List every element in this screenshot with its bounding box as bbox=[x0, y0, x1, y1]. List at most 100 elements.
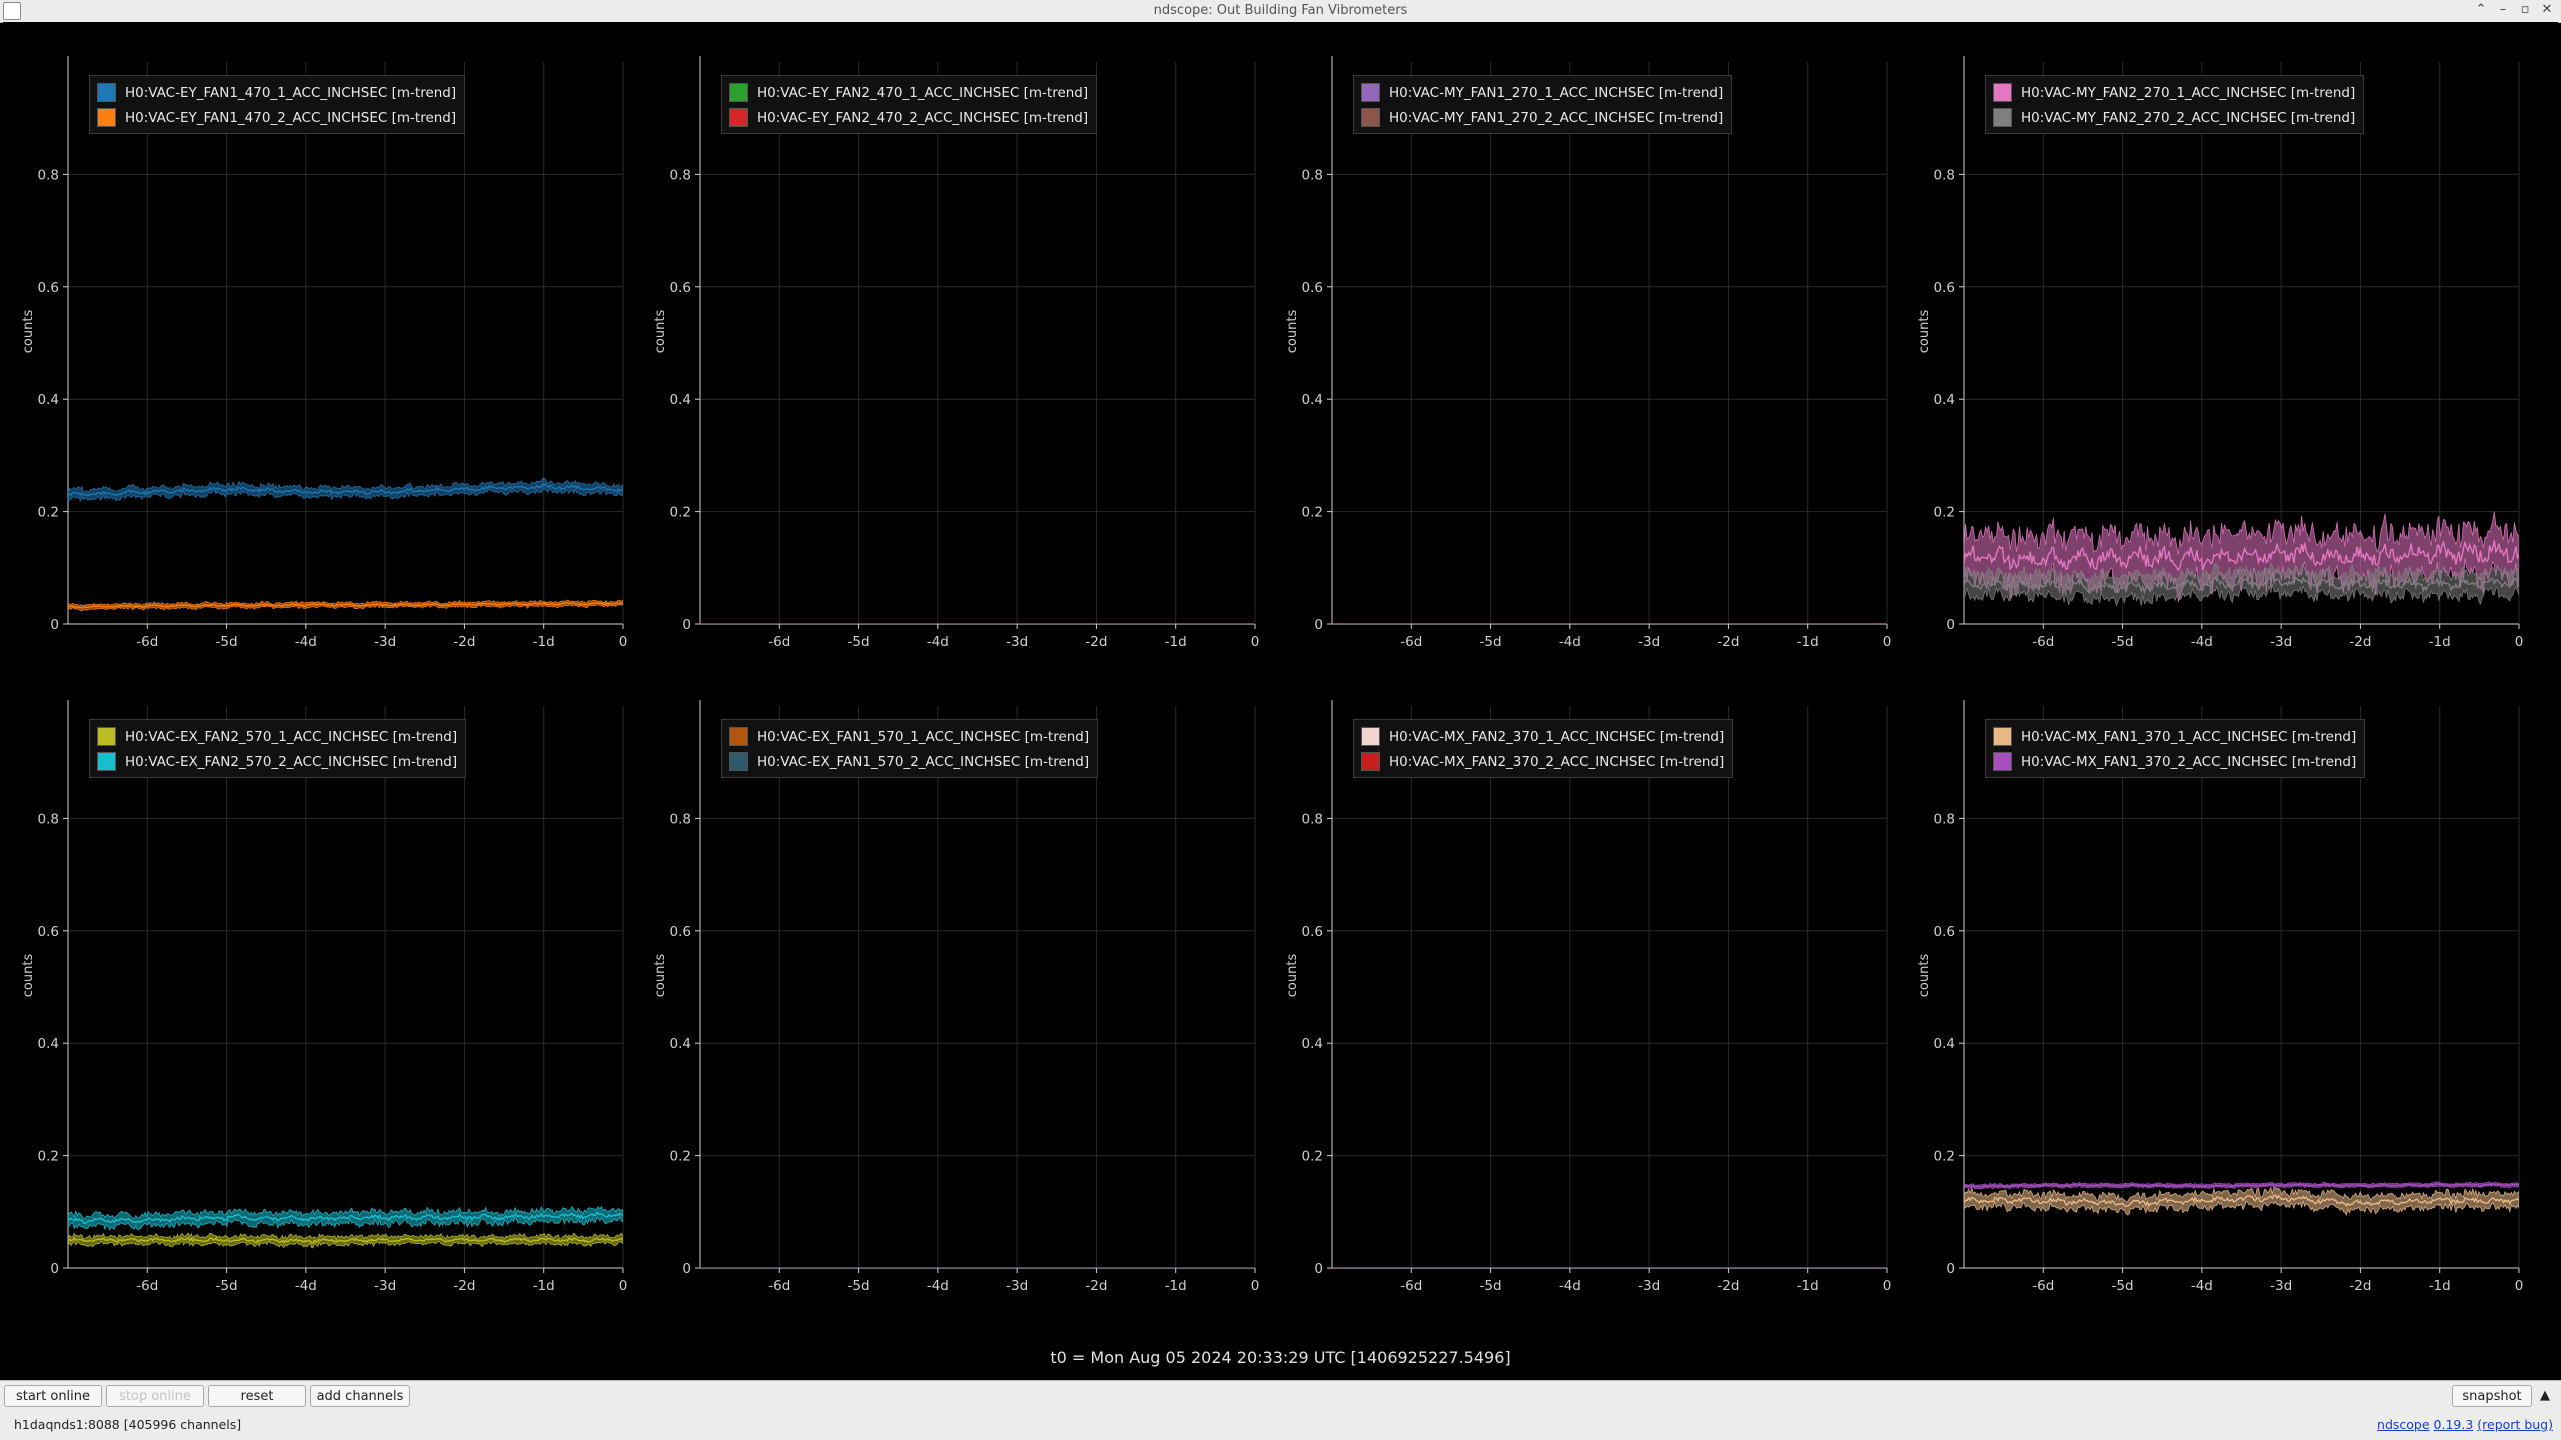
chart-svg[interactable]: 0 0.2 0.4 0.6 0.8 -6d -5d -4d -3d -2d -1d 0 bbox=[1909, 686, 2529, 1322]
x-tick-label: -6d bbox=[1400, 634, 1422, 650]
plot-panel[interactable]: 0 0.2 0.4 0.6 0.8 -6d -5d -4d -3d -2d -1d 0 counts H0… bbox=[1909, 686, 2529, 1322]
y-tick-label: 0.4 bbox=[670, 1036, 691, 1052]
x-tick-label: -6d bbox=[136, 634, 158, 650]
grid bbox=[1332, 62, 1888, 625]
plot-panel[interactable]: 0 0.2 0.4 0.6 0.8 -6d -5d -4d -3d -2d -1d 0 counts H0… bbox=[1277, 42, 1897, 678]
plot-panel[interactable]: 0 0.2 0.4 0.6 0.8 -6d -5d -4d -3d -2d -1d 0 counts H0… bbox=[13, 42, 633, 678]
legend-entry[interactable]: H0:VAC-EX_FAN1_570_2_ACC_INCHSEC [m-tren… bbox=[729, 749, 1089, 774]
legend-entry[interactable]: H0:VAC-MY_FAN1_270_1_ACC_INCHSEC [m-tren… bbox=[1361, 80, 1723, 105]
legend-entry[interactable]: H0:VAC-EX_FAN2_570_2_ACC_INCHSEC [m-tren… bbox=[97, 749, 457, 774]
y-tick-label: 0.6 bbox=[1302, 924, 1323, 940]
server-address: h1daqnds1:8088 bbox=[14, 1417, 120, 1432]
chart-svg[interactable]: 0 0.2 0.4 0.6 0.8 -6d -5d -4d -3d -2d -1d 0 bbox=[1277, 686, 1897, 1322]
legend-swatch bbox=[729, 108, 748, 127]
x-tick-label: -5d bbox=[216, 634, 238, 650]
legend[interactable]: H0:VAC-MY_FAN1_270_1_ACC_INCHSEC [m-tren… bbox=[1353, 75, 1733, 134]
ndscope-link[interactable]: ndscope bbox=[2377, 1417, 2430, 1432]
x-tick-label: -6d bbox=[768, 634, 790, 650]
y-tick-label: 0.2 bbox=[1302, 505, 1323, 521]
legend[interactable]: H0:VAC-EY_FAN2_470_1_ACC_INCHSEC [m-tren… bbox=[721, 75, 1098, 134]
x-tick-label: -2d bbox=[1717, 1278, 1739, 1294]
y-tick-label: 0 bbox=[1946, 1261, 1955, 1277]
x-tick-label: -5d bbox=[1480, 1278, 1502, 1294]
legend-entry[interactable]: H0:VAC-MY_FAN2_270_1_ACC_INCHSEC [m-tren… bbox=[1993, 80, 2355, 105]
chart-svg[interactable]: 0 0.2 0.4 0.6 0.8 -6d -5d -4d -3d -2d -1d 0 bbox=[13, 42, 633, 678]
version-link[interactable]: 0.19.3 bbox=[2434, 1417, 2474, 1432]
x-tick-label: -1d bbox=[2429, 1278, 2451, 1294]
chart-svg[interactable]: 0 0.2 0.4 0.6 0.8 -6d -5d -4d -3d -2d -1d 0 bbox=[1277, 42, 1897, 678]
window-close-icon[interactable]: ✕ bbox=[2538, 2, 2556, 17]
legend-entry[interactable]: H0:VAC-EY_FAN1_470_2_ACC_INCHSEC [m-tren… bbox=[97, 105, 456, 130]
x-tick-label: -6d bbox=[768, 1278, 790, 1294]
legend-entry[interactable]: H0:VAC-MY_FAN1_270_2_ACC_INCHSEC [m-tren… bbox=[1361, 105, 1723, 130]
legend[interactable]: H0:VAC-EY_FAN1_470_1_ACC_INCHSEC [m-tren… bbox=[89, 75, 466, 134]
legend[interactable]: H0:VAC-MX_FAN1_370_1_ACC_INCHSEC [m-tren… bbox=[1985, 719, 2366, 778]
plot-panel[interactable]: 0 0.2 0.4 0.6 0.8 -6d -5d -4d -3d -2d -1d 0 counts H0… bbox=[13, 686, 633, 1322]
legend-entry[interactable]: H0:VAC-EX_FAN1_570_1_ACC_INCHSEC [m-tren… bbox=[729, 724, 1089, 749]
legend-entry[interactable]: H0:VAC-MX_FAN2_370_1_ACC_INCHSEC [m-tren… bbox=[1361, 724, 1724, 749]
report-bug-link[interactable]: (report bug) bbox=[2477, 1417, 2553, 1432]
x-tick-label: 0 bbox=[619, 1278, 628, 1294]
chart-svg[interactable]: 0 0.2 0.4 0.6 0.8 -6d -5d -4d -3d -2d -1d 0 bbox=[13, 686, 633, 1322]
y-tick-label: 0.6 bbox=[1934, 924, 1955, 940]
grid bbox=[68, 62, 624, 625]
snapshot-menu-arrow-icon[interactable]: ▲ bbox=[2534, 1385, 2556, 1407]
y-axis-label: counts bbox=[653, 953, 669, 998]
legend[interactable]: H0:VAC-EX_FAN2_570_1_ACC_INCHSEC [m-tren… bbox=[89, 719, 467, 778]
legend-entry[interactable]: H0:VAC-EY_FAN1_470_1_ACC_INCHSEC [m-tren… bbox=[97, 80, 456, 105]
x-tick-label: -3d bbox=[1638, 634, 1660, 650]
legend-entry[interactable]: H0:VAC-MX_FAN1_370_2_ACC_INCHSEC [m-tren… bbox=[1993, 749, 2356, 774]
legend[interactable]: H0:VAC-MY_FAN2_270_1_ACC_INCHSEC [m-tren… bbox=[1985, 75, 2365, 134]
x-tick-label: -4d bbox=[927, 634, 949, 650]
y-tick-label: 0.4 bbox=[1934, 1036, 1955, 1052]
x-tick-label: -5d bbox=[848, 634, 870, 650]
y-tick-label: 0.8 bbox=[1302, 167, 1323, 183]
legend-swatch bbox=[97, 108, 116, 127]
x-tick-label: -2d bbox=[1085, 1278, 1107, 1294]
legend-swatch bbox=[729, 727, 748, 746]
x-tick-label: -6d bbox=[1400, 1278, 1422, 1294]
y-tick-label: 0.6 bbox=[38, 280, 59, 296]
x-tick-label: -4d bbox=[295, 634, 317, 650]
add-channels-button[interactable]: add channels bbox=[310, 1385, 410, 1407]
x-tick-label: -4d bbox=[1559, 634, 1581, 650]
plot-panel[interactable]: 0 0.2 0.4 0.6 0.8 -6d -5d -4d -3d -2d -1d 0 counts H0… bbox=[645, 686, 1265, 1322]
y-tick-label: 0.2 bbox=[670, 505, 691, 521]
start-online-button[interactable]: start online bbox=[4, 1385, 102, 1407]
y-axis-label: counts bbox=[1285, 953, 1301, 998]
legend-entry[interactable]: H0:VAC-MX_FAN1_370_1_ACC_INCHSEC [m-tren… bbox=[1993, 724, 2356, 749]
y-tick-label: 0.8 bbox=[38, 811, 59, 827]
legend-entry[interactable]: H0:VAC-MX_FAN2_370_2_ACC_INCHSEC [m-tren… bbox=[1361, 749, 1724, 774]
y-axis-label: counts bbox=[653, 309, 669, 354]
plot-panel[interactable]: 0 0.2 0.4 0.6 0.8 -6d -5d -4d -3d -2d -1d 0 counts H0… bbox=[1277, 686, 1897, 1322]
legend[interactable]: H0:VAC-EX_FAN1_570_1_ACC_INCHSEC [m-tren… bbox=[721, 719, 1099, 778]
series-band bbox=[68, 477, 623, 503]
x-tick-label: -4d bbox=[295, 1278, 317, 1294]
legend-label: H0:VAC-EY_FAN2_470_2_ACC_INCHSEC [m-tren… bbox=[757, 109, 1089, 126]
legend-entry[interactable]: H0:VAC-EY_FAN2_470_1_ACC_INCHSEC [m-tren… bbox=[729, 80, 1088, 105]
legend-entry[interactable]: H0:VAC-EY_FAN2_470_2_ACC_INCHSEC [m-tren… bbox=[729, 105, 1088, 130]
plot-panel[interactable]: 0 0.2 0.4 0.6 0.8 -6d -5d -4d -3d -2d -1d 0 counts H0… bbox=[645, 42, 1265, 678]
legend-entry[interactable]: H0:VAC-MY_FAN2_270_2_ACC_INCHSEC [m-tren… bbox=[1993, 105, 2355, 130]
bottom-toolbar: start online stop online reset add chann… bbox=[0, 1380, 2561, 1440]
window-minimize-icon[interactable]: – bbox=[2494, 2, 2512, 17]
y-tick-label: 0.4 bbox=[1302, 392, 1323, 408]
chart-svg[interactable]: 0 0.2 0.4 0.6 0.8 -6d -5d -4d -3d -2d -1d 0 bbox=[1909, 42, 2529, 678]
x-tick-label: -3d bbox=[1638, 1278, 1660, 1294]
reset-button[interactable]: reset bbox=[208, 1385, 306, 1407]
x-tick-label: -6d bbox=[2032, 1278, 2054, 1294]
y-tick-label: 0.6 bbox=[670, 924, 691, 940]
window-maximize-icon[interactable]: ▫ bbox=[2516, 2, 2534, 17]
snapshot-button[interactable]: snapshot bbox=[2452, 1385, 2532, 1407]
server-status: h1daqnds1:8088 [405996 channels] bbox=[14, 1417, 241, 1432]
y-tick-label: 0.4 bbox=[1302, 1036, 1323, 1052]
legend[interactable]: H0:VAC-MX_FAN2_370_1_ACC_INCHSEC [m-tren… bbox=[1353, 719, 1734, 778]
plot-panel[interactable]: 0 0.2 0.4 0.6 0.8 -6d -5d -4d -3d -2d -1d 0 counts H0… bbox=[1909, 42, 2529, 678]
chart-svg[interactable]: 0 0.2 0.4 0.6 0.8 -6d -5d -4d -3d -2d -1d 0 bbox=[645, 42, 1265, 678]
y-tick-label: 0.2 bbox=[38, 1149, 59, 1165]
legend-entry[interactable]: H0:VAC-EX_FAN2_570_1_ACC_INCHSEC [m-tren… bbox=[97, 724, 457, 749]
chart-svg[interactable]: 0 0.2 0.4 0.6 0.8 -6d -5d -4d -3d -2d -1d 0 bbox=[645, 686, 1265, 1322]
x-tick-label: -6d bbox=[136, 1278, 158, 1294]
y-tick-label: 0 bbox=[1314, 1261, 1323, 1277]
window-shade-icon[interactable]: ⌃ bbox=[2472, 2, 2490, 17]
